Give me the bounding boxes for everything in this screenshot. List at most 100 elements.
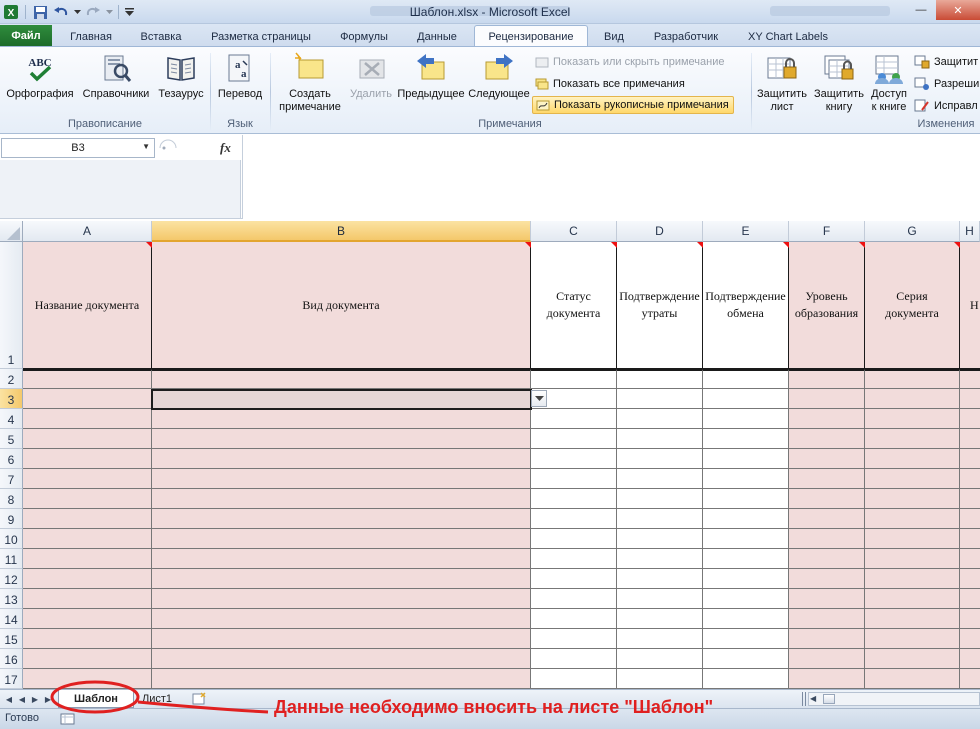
cell-f9[interactable] [789, 509, 865, 529]
row-header-15[interactable]: 15 [0, 629, 23, 649]
protect-sheet-button[interactable]: Защитить лист [753, 51, 811, 114]
cell-f6[interactable] [789, 449, 865, 469]
cell-a15[interactable] [23, 629, 152, 649]
tab-split-handle[interactable] [802, 692, 806, 706]
cell-b14[interactable] [152, 609, 531, 629]
tab-formulas[interactable]: Формулы [330, 27, 398, 46]
cell-d5[interactable] [617, 429, 703, 449]
cell-e12[interactable] [703, 569, 789, 589]
translate-button[interactable]: aa Перевод [212, 51, 268, 101]
cell-g7[interactable] [865, 469, 960, 489]
cell-e2[interactable] [703, 369, 789, 389]
cell-a7[interactable] [23, 469, 152, 489]
cell-e15[interactable] [703, 629, 789, 649]
cell-c13[interactable] [531, 589, 617, 609]
cell-a8[interactable] [23, 489, 152, 509]
formula-input[interactable] [242, 135, 980, 219]
cell-b4[interactable] [152, 409, 531, 429]
formula-bar-resize-icon[interactable] [158, 138, 184, 158]
cell-b15[interactable] [152, 629, 531, 649]
cell-a10[interactable] [23, 529, 152, 549]
row-header-8[interactable]: 8 [0, 489, 23, 509]
cell-c8[interactable] [531, 489, 617, 509]
row-header-13[interactable]: 13 [0, 589, 23, 609]
cell-d3[interactable] [617, 389, 703, 409]
row-header-5[interactable]: 5 [0, 429, 23, 449]
cell-a13[interactable] [23, 589, 152, 609]
spelling-button[interactable]: ABC Орфография [2, 51, 78, 101]
allow-edit-ranges-button[interactable]: Разреши [914, 75, 979, 93]
name-box-dropdown-icon[interactable]: ▼ [142, 142, 150, 151]
cell-d8[interactable] [617, 489, 703, 509]
cell-e11[interactable] [703, 549, 789, 569]
cell-h8[interactable] [960, 489, 980, 509]
row-header-12[interactable]: 12 [0, 569, 23, 589]
cell-g6[interactable] [865, 449, 960, 469]
cell-g3[interactable] [865, 389, 960, 409]
cell-g2[interactable] [865, 369, 960, 389]
cell-g5[interactable] [865, 429, 960, 449]
cell-d16[interactable] [617, 649, 703, 669]
cell-c2[interactable] [531, 369, 617, 389]
tab-view[interactable]: Вид [596, 27, 632, 46]
cell-g11[interactable] [865, 549, 960, 569]
cell-h10[interactable] [960, 529, 980, 549]
cell-g14[interactable] [865, 609, 960, 629]
cell-b8[interactable] [152, 489, 531, 509]
row-header-2[interactable]: 2 [0, 369, 23, 389]
cell-f4[interactable] [789, 409, 865, 429]
research-button[interactable]: Справочники [80, 51, 152, 101]
cell-f3[interactable] [789, 389, 865, 409]
row-header-4[interactable]: 4 [0, 409, 23, 429]
cell-h5[interactable] [960, 429, 980, 449]
row-header-1[interactable]: 1 [0, 242, 23, 369]
horizontal-scrollbar[interactable]: ◀ [808, 692, 980, 706]
cell-a12[interactable] [23, 569, 152, 589]
header-cell-d[interactable]: Подтверждение утраты [617, 242, 703, 369]
cell-b13[interactable] [152, 589, 531, 609]
cell-f12[interactable] [789, 569, 865, 589]
column-header-g[interactable]: G [865, 221, 960, 242]
cell-a4[interactable] [23, 409, 152, 429]
cell-a3[interactable] [23, 389, 152, 409]
cell-a11[interactable] [23, 549, 152, 569]
cell-h4[interactable] [960, 409, 980, 429]
cell-e9[interactable] [703, 509, 789, 529]
tab-file[interactable]: Файл [0, 25, 52, 46]
cell-c9[interactable] [531, 509, 617, 529]
cell-g15[interactable] [865, 629, 960, 649]
thesaurus-button[interactable]: Тезаурус [154, 51, 208, 101]
cell-g10[interactable] [865, 529, 960, 549]
show-hide-comment-button[interactable]: Показать или скрыть примечание [535, 53, 724, 71]
cell-g12[interactable] [865, 569, 960, 589]
header-cell-e[interactable]: Подтверждение обмена [703, 242, 789, 369]
share-workbook-button[interactable]: Доступ к книге [865, 51, 913, 114]
row-header-6[interactable]: 6 [0, 449, 23, 469]
cell-f10[interactable] [789, 529, 865, 549]
column-header-a[interactable]: A [23, 221, 152, 242]
show-all-comments-button[interactable]: Показать все примечания [535, 75, 685, 93]
cell-h3[interactable] [960, 389, 980, 409]
cell-a14[interactable] [23, 609, 152, 629]
cell-e3[interactable] [703, 389, 789, 409]
header-cell-g[interactable]: Серия документа [865, 242, 960, 369]
tab-data[interactable]: Данные [406, 27, 468, 46]
cell-d9[interactable] [617, 509, 703, 529]
cell-h7[interactable] [960, 469, 980, 489]
cell-d7[interactable] [617, 469, 703, 489]
comment-indicator-icon[interactable] [697, 242, 703, 248]
column-header-h[interactable]: H [960, 221, 980, 242]
cell-f14[interactable] [789, 609, 865, 629]
minimize-icon[interactable]: — [906, 0, 936, 20]
protect-share-button[interactable]: Защитит [914, 53, 978, 71]
column-header-f[interactable]: F [789, 221, 865, 242]
cell-c5[interactable] [531, 429, 617, 449]
previous-comment-button[interactable]: Предыдущее [396, 51, 466, 101]
cell-a9[interactable] [23, 509, 152, 529]
cell-c10[interactable] [531, 529, 617, 549]
comment-indicator-icon[interactable] [954, 242, 960, 248]
cell-e13[interactable] [703, 589, 789, 609]
cell-h15[interactable] [960, 629, 980, 649]
cell-d17[interactable] [617, 669, 703, 689]
header-cell-a[interactable]: Название документа [23, 242, 152, 369]
